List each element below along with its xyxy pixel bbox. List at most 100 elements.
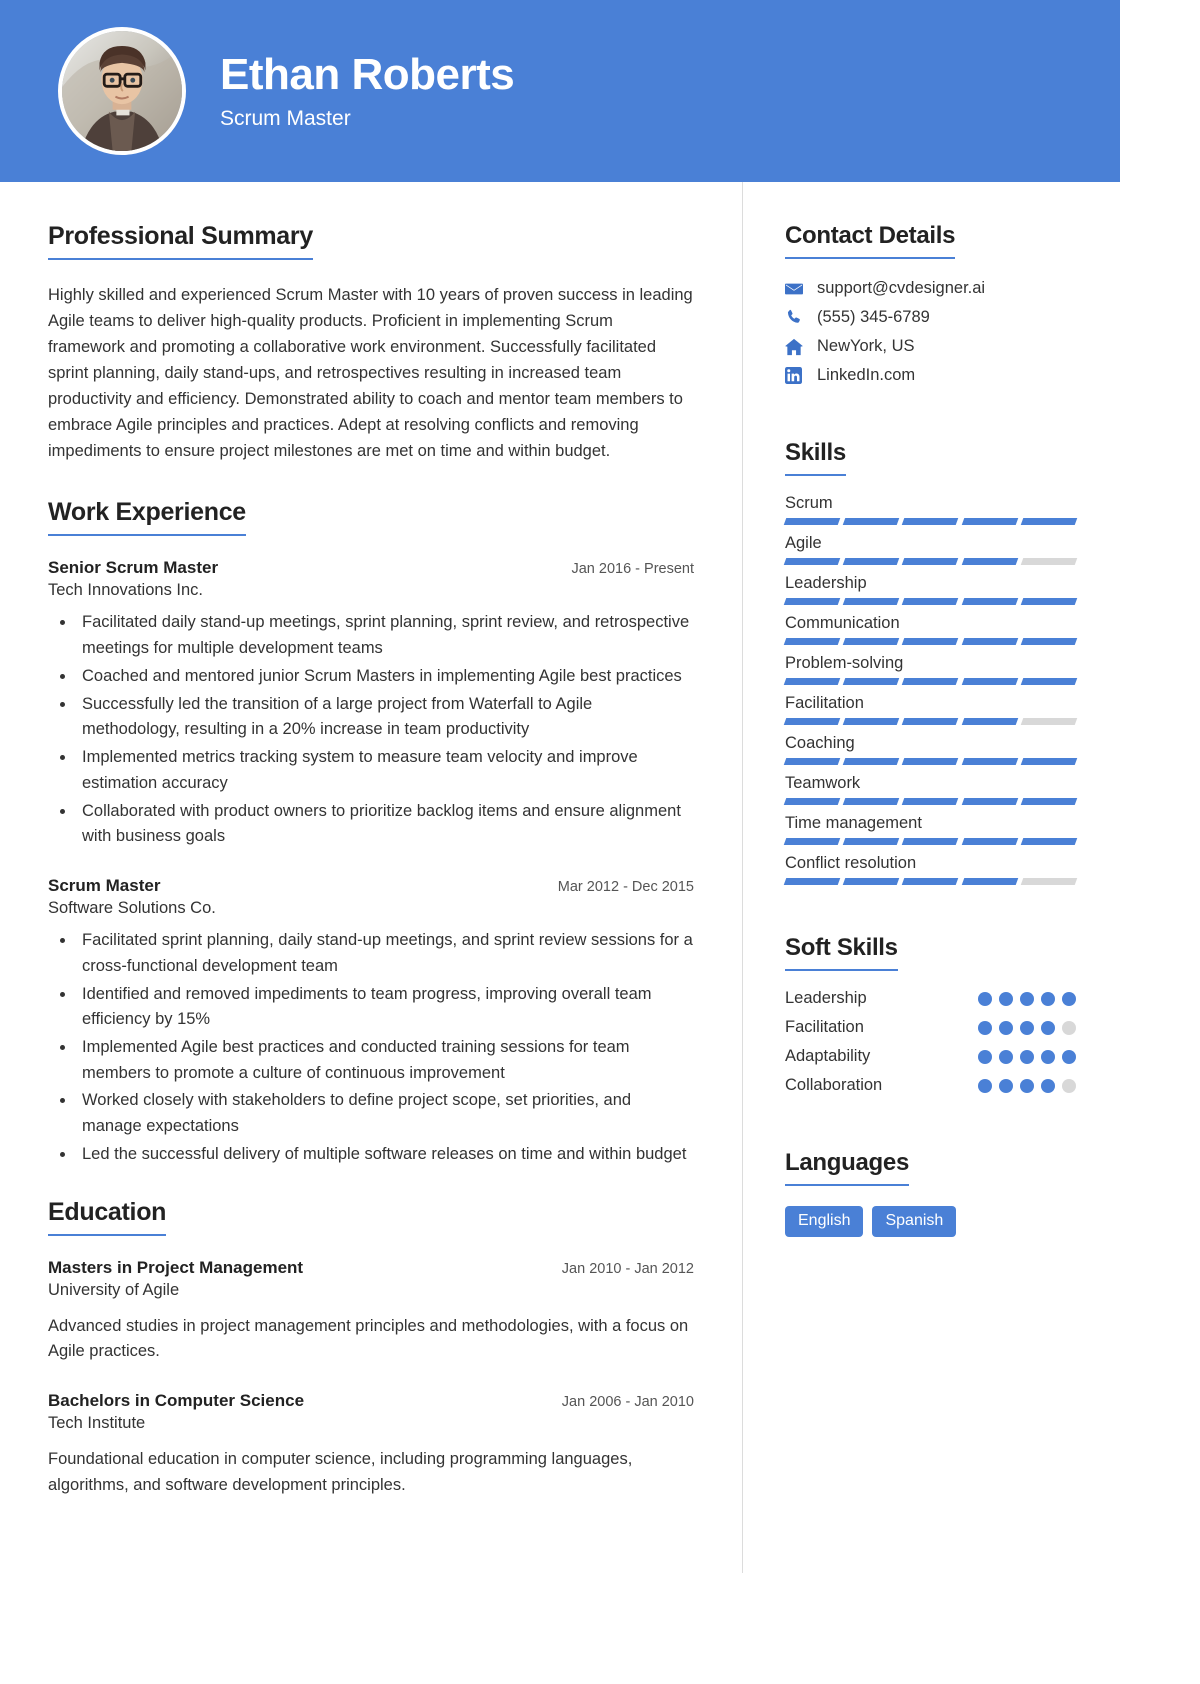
skill-item: Time management: [783, 814, 1078, 845]
work-bullet: Led the successful delivery of multiple …: [76, 1142, 694, 1168]
skill-segment: [1020, 798, 1078, 805]
skill-segment: [1020, 878, 1078, 885]
skill-segment: [902, 838, 959, 845]
skill-segment: [961, 638, 1019, 645]
skill-segment: [783, 678, 841, 685]
soft-skill-name: Collaboration: [785, 1076, 883, 1094]
skill-segment: [1020, 678, 1078, 685]
work-role: Senior Scrum Master: [48, 558, 219, 578]
skill-name: Coaching: [785, 734, 855, 752]
skill-segment: [961, 878, 1019, 885]
skill-segment: [1020, 598, 1078, 605]
soft-skill-row: Facilitation: [785, 1018, 1076, 1037]
work-entry-list: Senior Scrum Master Jan 2016 - Present T…: [48, 558, 694, 1167]
home-icon: [785, 338, 811, 356]
skill-segment: [1020, 718, 1078, 725]
education-entry: Bachelors in Computer Science Jan 2006 -…: [48, 1391, 694, 1498]
work-date: Mar 2012 - Dec 2015: [557, 879, 694, 896]
section-professional-summary: Professional Summary Highly skilled and …: [48, 222, 694, 464]
skill-segment: [1020, 558, 1078, 565]
skill-level-bar: [783, 798, 1078, 805]
soft-skill-dot: [999, 1078, 1013, 1093]
skill-segment: [783, 518, 841, 525]
skill-segment: [842, 598, 900, 605]
skill-item: Leadership: [783, 574, 1078, 605]
education-entry: Masters in Project Management Jan 2010 -…: [48, 1258, 694, 1365]
professional-summary-text: Highly skilled and experienced Scrum Mas…: [48, 286, 693, 461]
skills-list: Scrum Agile Leadership Communication Pro…: [783, 494, 1078, 885]
skill-segment: [783, 598, 841, 605]
soft-skill-dot: [1041, 1078, 1055, 1093]
skill-segment: [961, 718, 1019, 725]
contact-value: (555) 345-6789: [817, 308, 930, 326]
language-chip: Spanish: [872, 1206, 957, 1237]
soft-skill-row: Adaptability: [785, 1047, 1076, 1066]
section-title-professional-summary: Professional Summary: [48, 222, 313, 260]
skill-segment: [902, 518, 959, 525]
skill-segment: [842, 878, 900, 885]
work-bullet: Coached and mentored junior Scrum Master…: [76, 664, 694, 690]
education-description: Advanced studies in project management p…: [48, 1316, 689, 1361]
skill-name: Communication: [785, 614, 900, 632]
work-entry-header: Senior Scrum Master Jan 2016 - Present: [48, 558, 694, 578]
skill-segment: [961, 518, 1019, 525]
skill-segment: [961, 838, 1019, 845]
skill-segment: [902, 878, 959, 885]
section-contact-details: Contact Details support@cvdesigner.ai (5…: [785, 222, 1076, 385]
skill-segment: [1020, 758, 1078, 765]
soft-skill-dot: [1041, 991, 1055, 1006]
soft-skill-rating: [978, 1078, 1076, 1093]
soft-skill-name: Leadership: [785, 989, 867, 1007]
skill-segment: [842, 798, 900, 805]
skill-segment: [961, 758, 1019, 765]
education-entry-header: Masters in Project Management Jan 2010 -…: [48, 1258, 694, 1278]
skill-segment: [902, 718, 959, 725]
section-soft-skills: Soft Skills Leadership Facilitation Adap…: [785, 934, 1076, 1095]
section-education: Education Masters in Project Management …: [48, 1198, 694, 1499]
contact-row[interactable]: NewYork, US: [785, 337, 1076, 356]
work-bullet: Facilitated daily stand-up meetings, spr…: [76, 610, 694, 661]
envelope-icon: [785, 280, 811, 298]
section-title-work-experience: Work Experience: [48, 498, 246, 537]
work-bullet-list: Facilitated sprint planning, daily stand…: [76, 928, 694, 1168]
work-bullet: Identified and removed impediments to te…: [76, 982, 694, 1033]
skill-segment: [961, 678, 1019, 685]
work-entry: Senior Scrum Master Jan 2016 - Present T…: [48, 558, 694, 850]
work-bullet: Facilitated sprint planning, daily stand…: [76, 928, 694, 979]
education-degree: Masters in Project Management: [48, 1257, 304, 1277]
skill-level-bar: [783, 758, 1078, 765]
work-bullet-list: Facilitated daily stand-up meetings, spr…: [76, 610, 694, 850]
section-title-languages: Languages: [785, 1149, 909, 1186]
education-school: University of Agile: [48, 1280, 180, 1299]
work-bullet: Collaborated with product owners to prio…: [76, 799, 694, 850]
section-title-contact-details: Contact Details: [785, 222, 956, 259]
skill-segment: [902, 798, 959, 805]
skill-name: Time management: [785, 814, 922, 832]
person-photo-avatar-icon: [62, 31, 182, 151]
avatar: [58, 27, 186, 155]
soft-skill-dot: [999, 1020, 1013, 1035]
skill-level-bar: [783, 678, 1078, 685]
skill-name: Leadership: [785, 574, 867, 592]
job-title: Scrum Master: [220, 107, 351, 131]
soft-skill-dot: [1020, 1049, 1034, 1064]
contact-row[interactable]: support@cvdesigner.ai: [785, 279, 1076, 298]
soft-skill-rating: [978, 1020, 1076, 1035]
skill-name: Teamwork: [785, 774, 861, 792]
work-bullet: Implemented Agile best practices and con…: [76, 1035, 694, 1086]
soft-skills-list: Leadership Facilitation Adaptability Col…: [785, 989, 1076, 1095]
skill-segment: [1020, 518, 1078, 525]
work-organization: Software Solutions Co.: [48, 899, 216, 918]
soft-skill-rating: [978, 991, 1076, 1006]
skill-name: Facilitation: [785, 694, 864, 712]
skill-name: Problem-solving: [785, 654, 904, 672]
contact-row[interactable]: (555) 345-6789: [785, 308, 1076, 327]
soft-skill-dot: [1041, 1020, 1055, 1035]
work-bullet: Worked closely with stakeholders to defi…: [76, 1088, 694, 1139]
skill-item: Facilitation: [783, 694, 1078, 725]
contact-row[interactable]: LinkedIn.com: [785, 366, 1076, 385]
skill-segment: [961, 598, 1019, 605]
